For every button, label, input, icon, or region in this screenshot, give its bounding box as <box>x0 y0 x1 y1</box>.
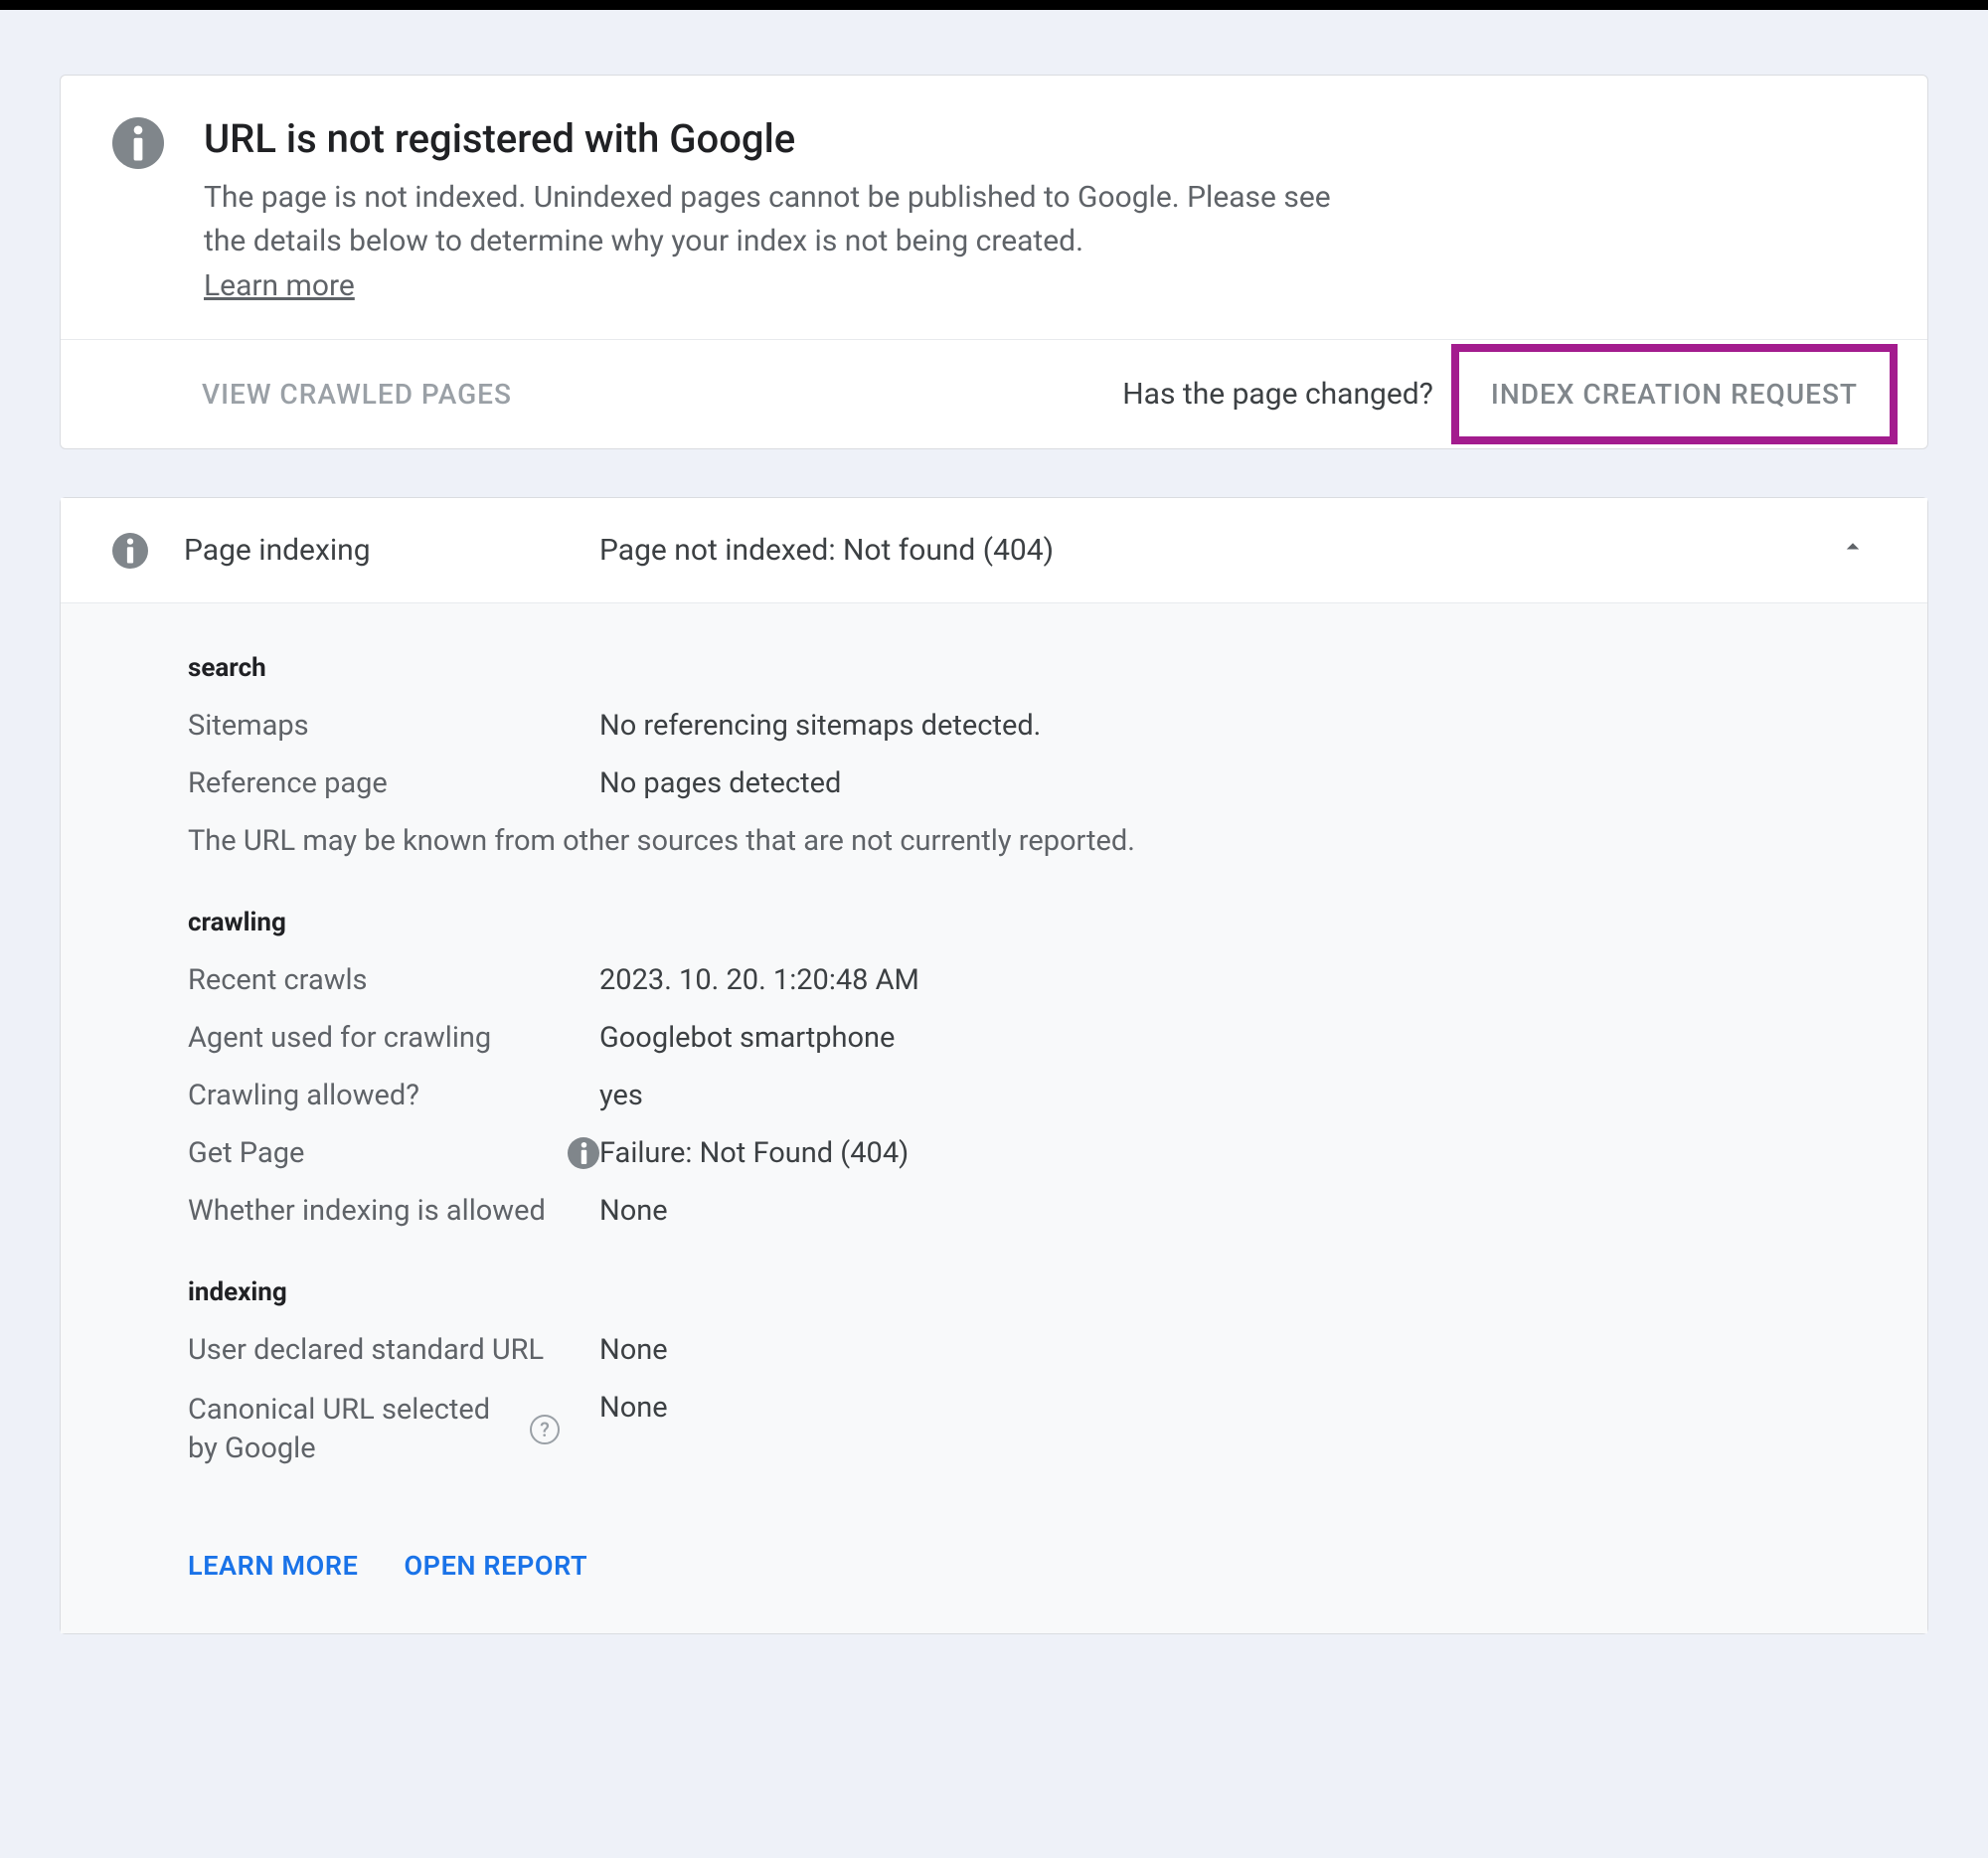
recent-crawls-label: Recent crawls <box>188 963 599 997</box>
sitemaps-value: No referencing sitemaps detected. <box>599 709 1041 743</box>
page-changed-label: Has the page changed? <box>1122 377 1433 412</box>
user-canonical-value: None <box>599 1333 668 1367</box>
page-indexing-header[interactable]: Page indexing Page not indexed: Not foun… <box>61 498 1927 603</box>
learn-more-link[interactable]: Learn more <box>204 268 355 303</box>
get-page-label: Get Page <box>188 1136 599 1170</box>
page-indexing-card: Page indexing Page not indexed: Not foun… <box>60 497 1928 1634</box>
section-heading-indexing: indexing <box>188 1277 1868 1307</box>
panel-status: Page not indexed: Not found (404) <box>599 533 1054 568</box>
user-canonical-label: User declared standard URL <box>188 1333 599 1367</box>
crawl-allowed-value: yes <box>599 1079 643 1112</box>
section-heading-search: search <box>188 653 1868 683</box>
recent-crawls-value: 2023. 10. 20. 1:20:48 AM <box>599 963 919 997</box>
info-icon <box>112 117 164 169</box>
section-heading-crawling: crawling <box>188 908 1868 937</box>
get-page-value: Failure: Not Found (404) <box>599 1136 909 1170</box>
info-icon[interactable] <box>568 1137 599 1169</box>
learn-more-button[interactable]: LEARN MORE <box>188 1550 358 1582</box>
chevron-up-icon[interactable] <box>1838 532 1868 569</box>
status-desc: The page is not indexed. Unindexed pages… <box>204 176 1347 262</box>
indexing-allowed-value: None <box>599 1194 668 1228</box>
search-note: The URL may be known from other sources … <box>188 824 1868 858</box>
reference-page-label: Reference page <box>188 766 599 800</box>
reference-page-value: No pages detected <box>599 766 841 800</box>
indexing-allowed-label: Whether indexing is allowed <box>188 1194 599 1228</box>
view-crawled-pages-button[interactable]: VIEW CRAWLED PAGES <box>202 378 512 411</box>
help-icon[interactable]: ? <box>530 1415 560 1444</box>
url-status-card: URL is not registered with Google The pa… <box>60 75 1928 449</box>
google-canonical-label: Canonical URL selected by Google ? <box>188 1391 599 1468</box>
index-creation-request-button[interactable]: INDEX CREATION REQUEST <box>1491 378 1858 411</box>
crawl-agent-label: Agent used for crawling <box>188 1021 599 1055</box>
index-creation-request-highlight: INDEX CREATION REQUEST <box>1451 344 1898 444</box>
open-report-button[interactable]: OPEN REPORT <box>404 1550 587 1582</box>
status-title: URL is not registered with Google <box>204 115 1347 162</box>
crawl-agent-value: Googlebot smartphone <box>599 1021 895 1055</box>
crawl-allowed-label: Crawling allowed? <box>188 1079 599 1112</box>
sitemaps-label: Sitemaps <box>188 709 599 743</box>
info-icon <box>112 533 148 569</box>
google-canonical-value: None <box>599 1391 668 1425</box>
panel-title: Page indexing <box>184 533 599 568</box>
